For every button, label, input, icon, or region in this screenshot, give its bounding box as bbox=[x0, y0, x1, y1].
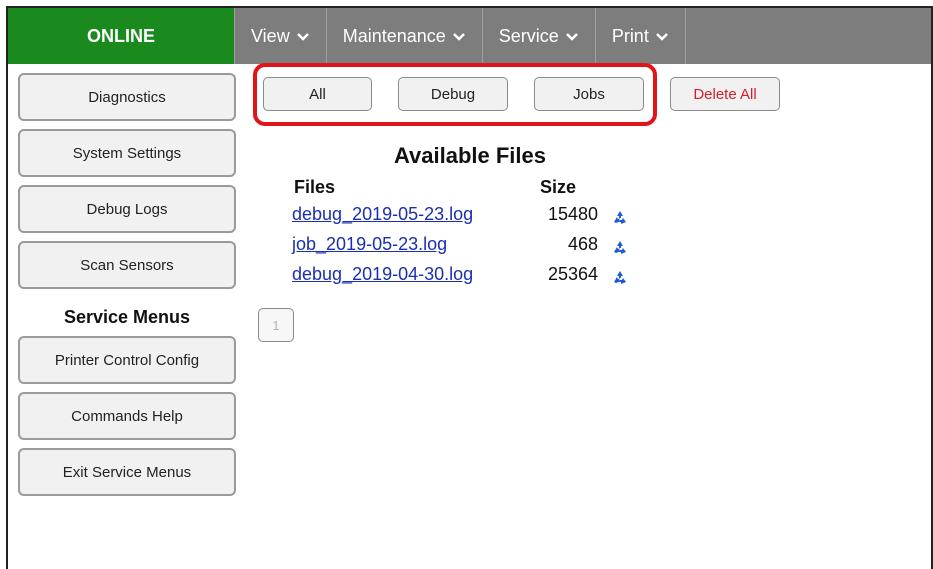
filter-jobs-button[interactable]: Jobs bbox=[534, 77, 644, 111]
system-settings-button[interactable]: System Settings bbox=[18, 129, 236, 177]
available-files-title: Available Files bbox=[393, 143, 547, 168]
column-header-size: Size bbox=[540, 177, 577, 197]
chevron-down-icon bbox=[565, 29, 579, 43]
table-row: debug_2019-04-30.log 25364 bbox=[290, 264, 650, 290]
chevron-down-icon bbox=[655, 29, 669, 43]
recycle-icon[interactable] bbox=[612, 210, 628, 226]
menu-service[interactable]: Service bbox=[483, 8, 596, 64]
delete-all-button[interactable]: Delete All bbox=[670, 77, 780, 111]
file-size: 468 bbox=[567, 234, 598, 254]
table-row: job_2019-05-23.log 468 bbox=[290, 234, 650, 260]
printer-control-config-button[interactable]: Printer Control Config bbox=[18, 336, 236, 384]
sidebar: Diagnostics System Settings Debug Logs S… bbox=[18, 73, 238, 504]
chevron-down-icon bbox=[452, 29, 466, 43]
commands-help-button[interactable]: Commands Help bbox=[18, 392, 236, 440]
file-size: 15480 bbox=[547, 204, 598, 224]
filter-all-button[interactable]: All bbox=[263, 77, 372, 111]
menu-view[interactable]: View bbox=[234, 8, 327, 64]
file-size: 25364 bbox=[547, 264, 598, 284]
filter-debug-button[interactable]: Debug bbox=[398, 77, 508, 111]
menu-print-label: Print bbox=[611, 25, 649, 46]
recycle-icon[interactable] bbox=[612, 240, 628, 256]
file-link[interactable]: debug_2019-04-30.log bbox=[292, 264, 473, 285]
column-header-files: Files bbox=[294, 177, 336, 197]
menu-print[interactable]: Print bbox=[596, 8, 686, 64]
menu-maintenance[interactable]: Maintenance bbox=[327, 8, 483, 64]
table-row: debug_2019-05-23.log 15480 bbox=[290, 204, 650, 230]
chevron-down-icon bbox=[296, 29, 310, 43]
diagnostics-button[interactable]: Diagnostics bbox=[18, 73, 236, 121]
main-menu: View Maintenance Service Print bbox=[234, 8, 686, 64]
status-online: ONLINE bbox=[8, 8, 234, 64]
recycle-icon[interactable] bbox=[612, 270, 628, 286]
file-link[interactable]: debug_2019-05-23.log bbox=[292, 204, 473, 225]
menu-view-label: View bbox=[251, 25, 290, 46]
exit-service-menus-button[interactable]: Exit Service Menus bbox=[18, 448, 236, 496]
debug-logs-button[interactable]: Debug Logs bbox=[18, 185, 236, 233]
pagination-page-1[interactable]: 1 bbox=[258, 308, 294, 342]
scan-sensors-button[interactable]: Scan Sensors bbox=[18, 241, 236, 289]
service-menus-heading: Service Menus bbox=[63, 307, 191, 327]
menu-service-label: Service bbox=[498, 25, 559, 46]
top-nav-bar: ONLINE View Maintenance Service Print bbox=[8, 8, 931, 64]
menu-maintenance-label: Maintenance bbox=[342, 25, 446, 46]
file-link[interactable]: job_2019-05-23.log bbox=[292, 234, 447, 255]
